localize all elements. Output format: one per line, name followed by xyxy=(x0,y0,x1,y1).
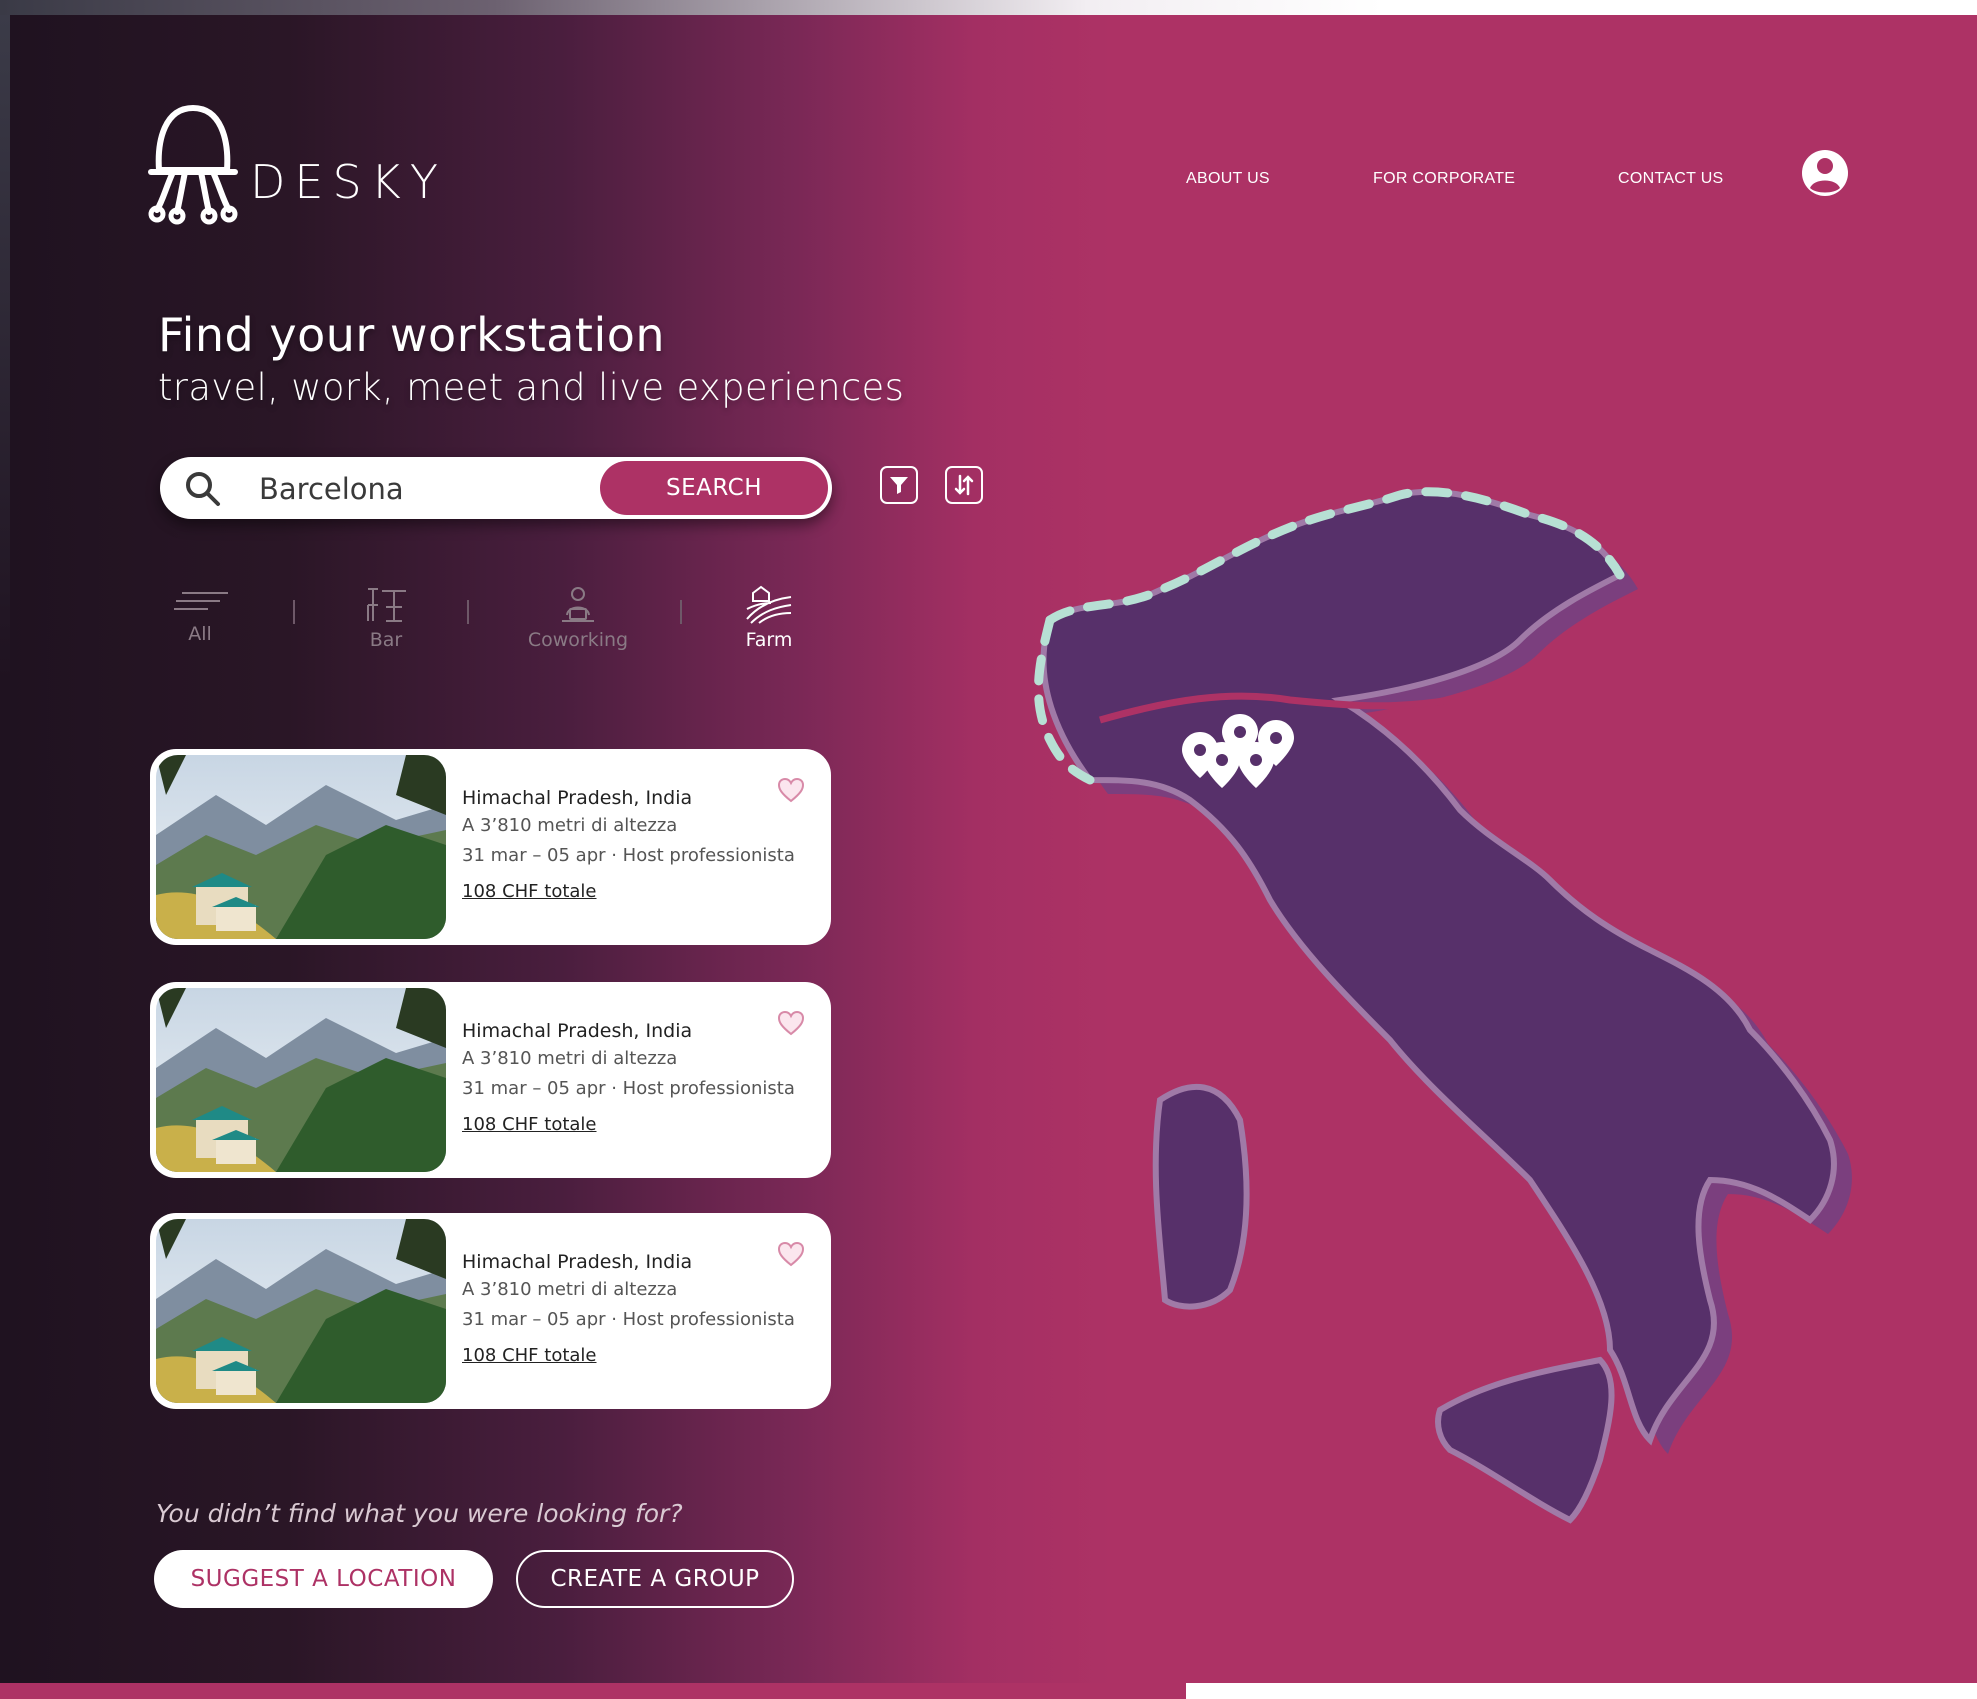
category-coworking-label: Coworking xyxy=(527,629,629,651)
category-divider xyxy=(467,600,469,624)
hero-subtitle: travel, work, meet and live experiences xyxy=(158,366,905,409)
listing-photo xyxy=(156,988,446,1172)
category-bar[interactable]: Bar xyxy=(346,585,426,651)
not-found-prompt: You didn’t find what you were looking fo… xyxy=(156,1499,683,1528)
listing-photo xyxy=(156,1219,446,1403)
listing-card[interactable]: Himachal Pradesh, India A 3’810 metri di… xyxy=(150,1213,831,1409)
search-icon[interactable] xyxy=(185,471,221,507)
listing-dates: 31 mar – 05 apr · Host professionista xyxy=(462,1078,795,1099)
left-edge-strip xyxy=(0,15,10,1683)
lines-icon xyxy=(174,592,228,610)
category-all-label: All xyxy=(188,623,212,645)
create-group-button[interactable]: CREATE A GROUP xyxy=(516,1550,794,1608)
italy-map[interactable] xyxy=(1010,480,1910,1540)
nav-contact-us[interactable]: CONTACT US xyxy=(1618,170,1724,188)
suggest-location-button[interactable]: SUGGEST A LOCATION xyxy=(154,1550,493,1608)
heart-icon[interactable] xyxy=(777,1010,805,1036)
bottom-edge-strip xyxy=(0,1683,1977,1699)
desk-worker-icon xyxy=(562,587,594,622)
category-bar-label: Bar xyxy=(369,629,403,651)
farm-field-icon xyxy=(746,585,792,624)
jellyfish-lamp-icon[interactable] xyxy=(143,100,243,230)
nav-about-us[interactable]: ABOUT US xyxy=(1186,170,1270,188)
category-divider xyxy=(680,600,682,624)
hero-title: Find your workstation xyxy=(158,308,666,362)
listing-altitude: A 3’810 metri di altezza xyxy=(462,1048,678,1069)
filter-icon xyxy=(890,477,908,494)
sort-button[interactable] xyxy=(945,466,983,504)
category-all[interactable]: All xyxy=(160,585,240,645)
listing-photo xyxy=(156,755,446,939)
category-farm[interactable]: Farm xyxy=(729,585,809,651)
listing-price[interactable]: 108 CHF totale xyxy=(462,1114,597,1135)
filter-button[interactable] xyxy=(880,466,918,504)
heart-icon[interactable] xyxy=(777,1241,805,1267)
listing-price[interactable]: 108 CHF totale xyxy=(462,881,597,902)
search-input[interactable] xyxy=(257,466,601,512)
listing-card[interactable]: Himachal Pradesh, India A 3’810 metri di… xyxy=(150,749,831,945)
listing-altitude: A 3’810 metri di altezza xyxy=(462,1279,678,1300)
top-edge-strip xyxy=(0,0,1977,15)
bar-stool-icon xyxy=(367,588,406,622)
listing-title: Himachal Pradesh, India xyxy=(462,787,693,809)
listing-dates: 31 mar – 05 apr · Host professionista xyxy=(462,1309,795,1330)
category-farm-label: Farm xyxy=(745,629,793,651)
search-bar: SEARCH xyxy=(160,457,832,519)
listing-price[interactable]: 108 CHF totale xyxy=(462,1345,597,1366)
listing-title: Himachal Pradesh, India xyxy=(462,1020,693,1042)
listing-title: Himachal Pradesh, India xyxy=(462,1251,693,1273)
category-divider xyxy=(293,600,295,624)
listing-dates: 31 mar – 05 apr · Host professionista xyxy=(462,845,795,866)
search-button[interactable]: SEARCH xyxy=(600,461,828,515)
listing-card[interactable]: Himachal Pradesh, India A 3’810 metri di… xyxy=(150,982,831,1178)
brand-name[interactable]: DESKY xyxy=(250,155,447,209)
heart-icon[interactable] xyxy=(777,777,805,803)
user-avatar-icon[interactable] xyxy=(1800,148,1850,198)
sort-arrows-icon xyxy=(954,474,974,496)
listing-altitude: A 3’810 metri di altezza xyxy=(462,815,678,836)
category-coworking[interactable]: Coworking xyxy=(518,585,638,651)
nav-for-corporate[interactable]: FOR CORPORATE xyxy=(1373,170,1515,188)
